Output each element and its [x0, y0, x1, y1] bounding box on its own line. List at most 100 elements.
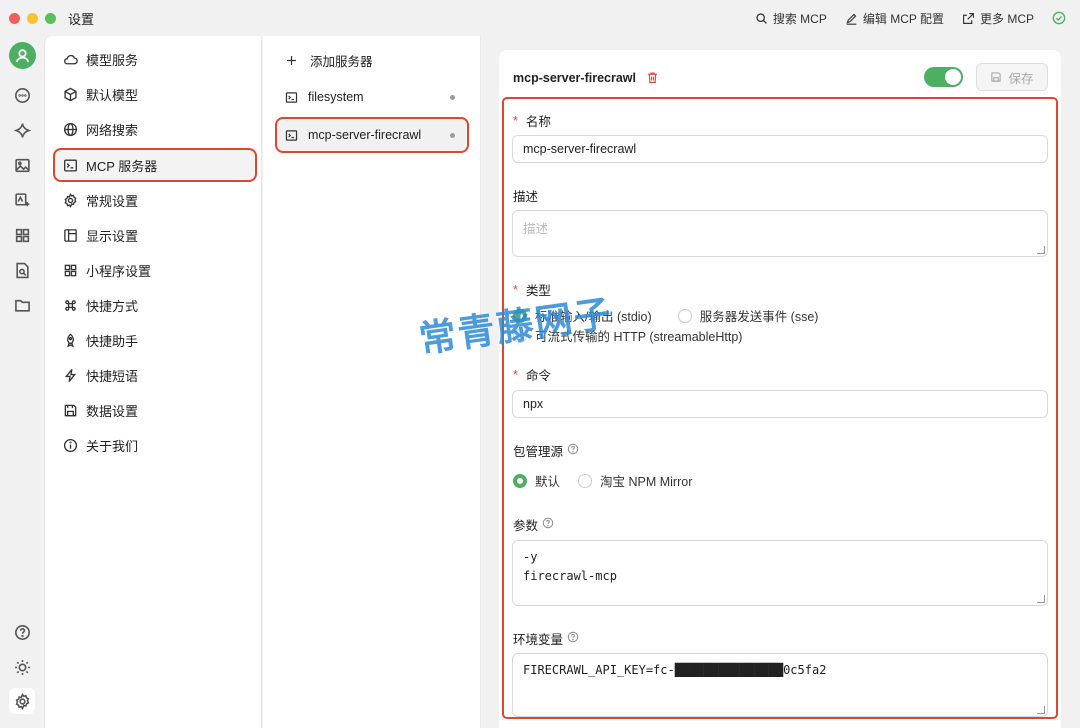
args-input[interactable]: -y firecrawl-mcp	[512, 540, 1048, 606]
info-icon	[63, 438, 78, 452]
resize-handle[interactable]	[1037, 246, 1045, 254]
registry-taobao-radio[interactable]	[578, 473, 593, 488]
settings-icon	[15, 692, 29, 710]
close-window-button[interactable]	[9, 12, 20, 24]
globe-icon	[63, 122, 78, 136]
menu-item-miniapp-settings[interactable]: 小程序设置	[55, 255, 255, 285]
server-enabled-toggle[interactable]	[924, 67, 963, 87]
more-mcp-button[interactable]: 更多 MCP	[962, 10, 1034, 27]
search-mcp-button[interactable]: 搜索 MCP	[755, 10, 827, 27]
rail-settings[interactable]	[9, 688, 35, 714]
menu-item-quick-phrases[interactable]: 快捷短语	[55, 360, 255, 390]
server-item-filesystem[interactable]: filesystem	[277, 81, 467, 113]
menu-item-shortcuts[interactable]: 快捷方式	[55, 290, 255, 320]
help-icon[interactable]	[542, 517, 554, 532]
name-label-text: 名称	[525, 115, 551, 129]
rail-agents[interactable]	[11, 119, 33, 141]
user-icon	[15, 49, 30, 63]
name-input[interactable]: mcp-server-firecrawl	[512, 135, 1048, 163]
menu-item-web-search[interactable]: 网络搜索	[55, 114, 255, 144]
menu-item-label: 默认模型	[86, 87, 139, 103]
server-title: mcp-server-firecrawl	[513, 71, 636, 85]
edit-mcp-config-button[interactable]: 编辑 MCP 配置	[845, 10, 944, 27]
command-input-value: npx	[523, 397, 544, 411]
rail-files[interactable]	[11, 294, 33, 316]
type-streamable-label: 可流式传输的 HTTP (streamableHttp)	[535, 330, 743, 344]
help-icon	[14, 624, 30, 640]
env-label: 环境变量	[513, 629, 579, 648]
rail-apps[interactable]	[11, 224, 33, 246]
resize-handle[interactable]	[1037, 595, 1045, 603]
chat-icon	[14, 87, 30, 103]
menu-item-label: 小程序设置	[86, 263, 152, 279]
delete-server-button[interactable]	[646, 71, 660, 85]
args-label: 参数	[513, 515, 554, 534]
avatar[interactable]	[9, 42, 36, 69]
menu-item-label: 显示设置	[86, 228, 139, 244]
menu-item-label: 数据设置	[86, 403, 139, 419]
server-name: mcp-server-firecrawl	[308, 128, 422, 142]
command-label: * 命令	[513, 365, 551, 384]
menu-item-mcp-servers[interactable]: MCP 服务器	[53, 148, 257, 182]
menu-item-label: 快捷助手	[86, 333, 139, 349]
help-icon[interactable]	[567, 443, 579, 458]
terminal-icon	[64, 158, 77, 171]
maximize-window-button[interactable]	[45, 12, 56, 24]
save-label: 保存	[1008, 71, 1034, 86]
server-item-firecrawl[interactable]: mcp-server-firecrawl	[275, 117, 469, 153]
resize-handle[interactable]	[1037, 706, 1045, 714]
edit-mcp-config-label: 编辑 MCP 配置	[862, 11, 944, 26]
rail-help[interactable]	[11, 621, 33, 643]
type-radio-group: 标准输入/输出 (stdio) 服务器发送事件 (sse)	[513, 306, 818, 325]
type-label: * 类型	[513, 280, 551, 299]
description-label: 描述	[513, 186, 538, 205]
menu-item-label: MCP 服务器	[86, 158, 158, 174]
description-label-text: 描述	[513, 190, 539, 204]
settings-menu: 模型服务 默认模型 网络搜索 MCP 服务器 常规设置 显示设置 小程序设置 快…	[44, 36, 262, 728]
gear-icon	[64, 192, 77, 208]
minimize-window-button[interactable]	[27, 12, 38, 24]
menu-item-data-settings[interactable]: 数据设置	[55, 395, 255, 425]
menu-item-display-settings[interactable]: 显示设置	[55, 220, 255, 250]
menu-item-default-model[interactable]: 默认模型	[55, 79, 255, 109]
rail-theme[interactable]	[11, 656, 33, 678]
menu-item-model-service[interactable]: 模型服务	[55, 44, 255, 74]
add-server-button[interactable]: 添加服务器	[277, 44, 467, 76]
rail-translate[interactable]	[11, 189, 33, 211]
registry-default-label: 默认	[535, 475, 561, 489]
trash-icon	[648, 72, 657, 83]
menu-item-label: 快捷方式	[86, 298, 139, 314]
grid-icon	[64, 264, 77, 276]
external-link-icon	[963, 12, 974, 24]
help-icon[interactable]	[567, 631, 579, 646]
description-input[interactable]: 描述	[512, 210, 1048, 257]
registry-default-radio[interactable]	[513, 473, 527, 488]
type-label-text: 类型	[525, 284, 551, 298]
command-input[interactable]: npx	[512, 390, 1048, 418]
type-radio-row-2: 可流式传输的 HTTP (streamableHttp)	[513, 326, 742, 345]
type-sse-radio[interactable]	[677, 308, 692, 323]
menu-item-label: 模型服务	[86, 52, 139, 68]
rail-paintings[interactable]	[11, 154, 33, 176]
save-icon	[991, 72, 1002, 82]
env-input[interactable]: FIRECRAWL_API_KEY=fc-███████████████0c5f…	[512, 653, 1048, 717]
check-circle-icon	[1052, 11, 1066, 25]
save-button[interactable]: 保存	[976, 63, 1048, 91]
menu-item-label: 网络搜索	[86, 122, 139, 138]
sparkle-icon	[13, 122, 31, 138]
type-streamable-radio[interactable]	[513, 328, 527, 343]
menu-item-general-settings[interactable]: 常规设置	[55, 185, 255, 215]
rail-knowledge[interactable]	[11, 259, 33, 281]
menu-item-quick-assistant[interactable]: 快捷助手	[55, 325, 255, 355]
type-stdio-radio[interactable]	[513, 308, 527, 323]
rail-chat[interactable]	[11, 84, 33, 106]
folder-icon	[14, 299, 30, 312]
args-label-text: 参数	[513, 519, 539, 533]
menu-item-about[interactable]: 关于我们	[55, 430, 255, 460]
detail-header: mcp-server-firecrawl	[513, 66, 1048, 90]
env-label-text: 环境变量	[513, 633, 564, 647]
type-stdio-label: 标准输入/输出 (stdio)	[535, 310, 652, 324]
server-name: filesystem	[308, 90, 364, 104]
window-controls	[9, 12, 56, 24]
search-icon	[756, 12, 767, 24]
